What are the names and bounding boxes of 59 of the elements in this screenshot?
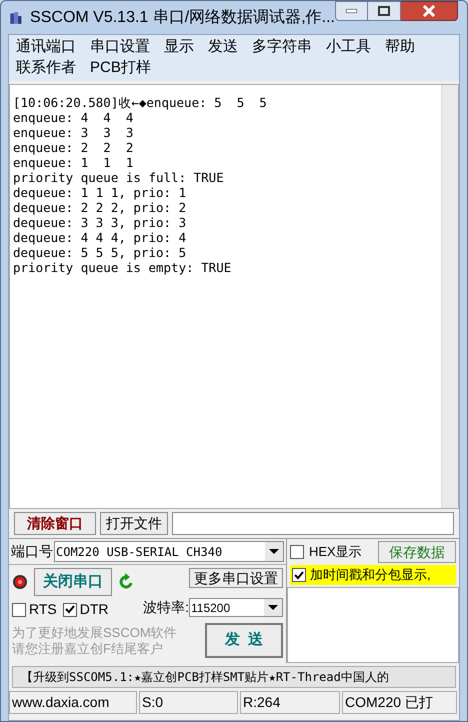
maximize-icon xyxy=(378,6,390,16)
output-line: enqueue: 3 3 3 xyxy=(13,125,134,140)
hex-display-label: HEX显示 xyxy=(309,543,362,562)
output-line: dequeue: 1 1 1, prio: 1 xyxy=(13,185,188,200)
clear-window-button[interactable]: 清除窗口 xyxy=(14,512,96,535)
output-line: dequeue: 4 4 4, prio: 4 xyxy=(13,230,188,245)
timestamp-label: 加时间戳和分包显示, xyxy=(310,566,431,584)
menu-item[interactable]: 显示 xyxy=(164,36,194,59)
minimize-button[interactable] xyxy=(335,1,368,21)
status-bar-cell: S:0 xyxy=(139,691,238,714)
menu-item[interactable]: 串口设置 xyxy=(90,36,150,59)
save-data-button[interactable]: 保存数据 xyxy=(378,541,456,563)
output-line: dequeue: 2 2 2, prio: 2 xyxy=(13,200,188,215)
port-label: 端口号 xyxy=(11,542,53,561)
port-select[interactable]: COM220 USB-SERIAL CH340 xyxy=(54,541,284,562)
output-line: dequeue: 5 5 5, prio: 5 xyxy=(13,245,188,260)
window-title: SSCOM V5.13.1 串口/网络数据调试器,作... xyxy=(30,8,335,28)
dtr-checkbox[interactable] xyxy=(62,602,77,616)
promo-text: 为了更好地发展SSCOM软件 xyxy=(12,624,177,640)
port-status-led-icon xyxy=(12,574,28,590)
close-button[interactable] xyxy=(401,1,458,21)
file-path-field[interactable] xyxy=(172,512,454,535)
status-bar-cell: R:264 xyxy=(240,691,340,714)
scrollbar[interactable] xyxy=(441,85,458,508)
menu-item[interactable]: PCB打样 xyxy=(90,57,151,80)
output-line: enqueue: 1 1 1 xyxy=(13,155,134,170)
dtr-label: DTR xyxy=(80,600,109,619)
output-line: priority queue is empty: TRUE xyxy=(13,260,232,275)
timestamp-checkbox[interactable] xyxy=(292,568,306,582)
marquee-text: 【升级到SSCOM5.1:★嘉立创PCB打样SMT贴片★RT-Thread中国人的 xyxy=(20,669,389,686)
output-line: enqueue: 2 2 2 xyxy=(13,140,134,155)
menu-item[interactable]: 帮助 xyxy=(385,36,415,59)
menu-item[interactable]: 通讯端口 xyxy=(16,36,76,59)
close-port-button[interactable]: 关闭串口 xyxy=(34,568,112,596)
output-line: dequeue: 3 3 3, prio: 3 xyxy=(13,215,188,230)
baud-rate-select[interactable]: 115200 xyxy=(189,598,283,617)
maximize-button[interactable] xyxy=(368,1,401,21)
menu-item[interactable]: 联系作者 xyxy=(16,57,76,80)
checkmark-icon xyxy=(294,570,304,580)
promo-text: 请您注册嘉立创F结尾客户 xyxy=(12,640,164,656)
status-bar-cell: COM220 已打 xyxy=(342,691,457,714)
minimize-icon xyxy=(346,9,357,13)
more-settings-button[interactable]: 更多串口设置 xyxy=(189,568,283,588)
output-line: [10:06:20.580]收←◆enqueue: 5 5 5 xyxy=(13,95,268,110)
status-bar-cell: www.daxia.com xyxy=(9,691,137,714)
menu-item[interactable]: 小工具 xyxy=(326,36,371,59)
output-line: priority queue is full: TRUE xyxy=(13,170,225,185)
send-button[interactable]: 发 送 xyxy=(205,623,283,658)
rts-label: RTS xyxy=(29,600,57,619)
menu-item[interactable]: 多字符串 xyxy=(252,36,312,59)
hex-display-checkbox[interactable] xyxy=(290,545,304,559)
checkmark-icon xyxy=(64,605,75,614)
refresh-icon[interactable] xyxy=(118,573,134,591)
baud-rate-label: 波特率: xyxy=(143,598,189,617)
rts-checkbox[interactable] xyxy=(12,602,26,616)
open-file-button[interactable]: 打开文件 xyxy=(100,512,168,535)
output-line: enqueue: 4 4 4 xyxy=(13,110,134,125)
close-icon xyxy=(422,5,436,17)
menu-item[interactable]: 发送 xyxy=(208,36,238,59)
